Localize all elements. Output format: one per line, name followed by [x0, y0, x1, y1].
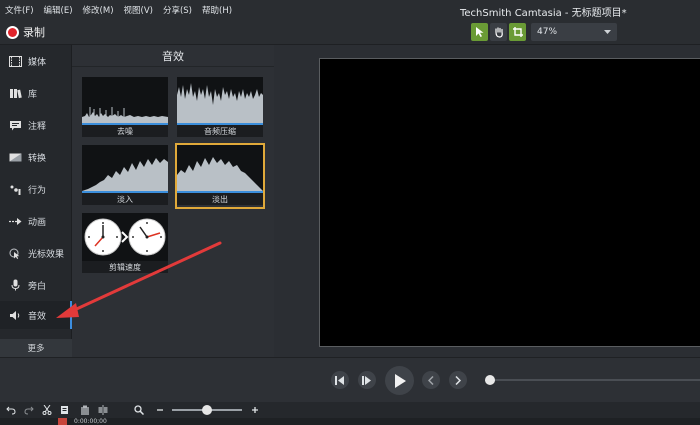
- split-button[interactable]: [96, 404, 110, 416]
- playhead-track[interactable]: [486, 379, 700, 381]
- split-icon: [98, 405, 108, 415]
- redo-button[interactable]: [22, 404, 36, 416]
- previous-frame-button[interactable]: [331, 371, 349, 389]
- playhead-marker[interactable]: [58, 418, 67, 425]
- copy-button[interactable]: [58, 404, 72, 416]
- play-icon: [394, 373, 406, 388]
- redo-icon: [24, 406, 34, 414]
- step-back-icon: [335, 375, 344, 385]
- timecode: 0:00:00;00: [74, 418, 107, 425]
- magnifier-icon: [134, 405, 144, 415]
- zoom-in-button[interactable]: [248, 404, 262, 416]
- cut-button[interactable]: [40, 404, 54, 416]
- playback-bar: [0, 357, 700, 402]
- scissors-icon: [42, 405, 52, 415]
- minus-icon: [157, 409, 163, 411]
- zoom-out-button[interactable]: [153, 404, 167, 416]
- timeline-toolbar: [0, 402, 700, 418]
- timeline[interactable]: 0:00:00;00: [0, 418, 700, 425]
- step-forward-button[interactable]: [358, 371, 376, 389]
- undo-button[interactable]: [4, 404, 18, 416]
- playhead-handle[interactable]: [485, 375, 495, 385]
- chevron-left-icon: [428, 375, 434, 385]
- next-clip-button[interactable]: [449, 371, 467, 389]
- chevron-right-icon: [455, 375, 461, 385]
- timeline-zoom-handle[interactable]: [202, 405, 212, 415]
- previous-clip-button[interactable]: [422, 371, 440, 389]
- zoom-to-fit-button[interactable]: [132, 404, 146, 416]
- step-forward-icon: [362, 375, 371, 385]
- plus-icon: [252, 407, 258, 413]
- undo-icon: [6, 406, 16, 414]
- play-button[interactable]: [385, 366, 414, 395]
- paste-icon: [81, 405, 89, 415]
- paste-button[interactable]: [78, 404, 92, 416]
- copy-icon: [61, 406, 68, 414]
